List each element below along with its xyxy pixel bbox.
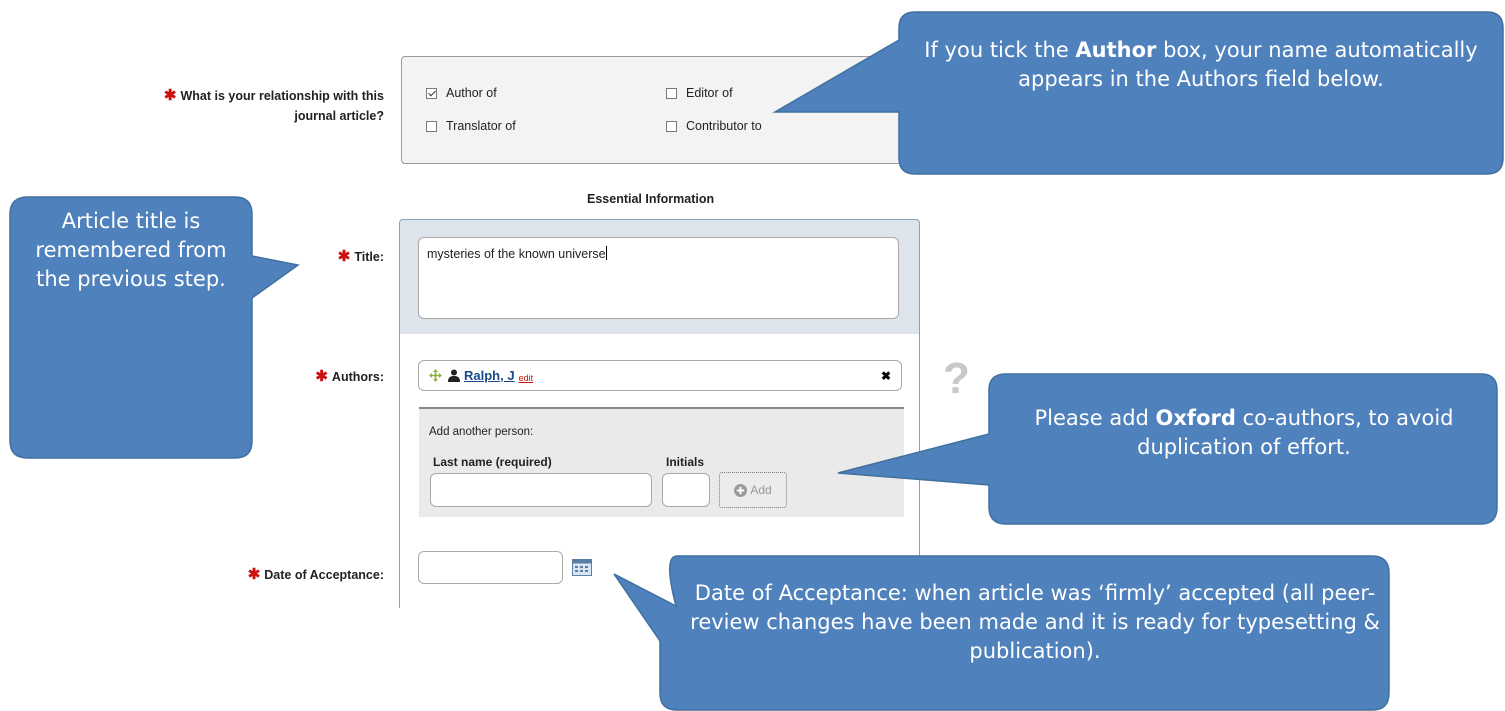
callout-title-text: Article title is remembered from the pre… — [35, 209, 227, 291]
callout-date-text: Date of Acceptance: when article was ‘fi… — [690, 581, 1380, 663]
callout-coauthors-text: Please add Oxford co-authors, to avoid d… — [1034, 406, 1454, 459]
callout-author-box-text: If you tick the Author box, your name au… — [924, 38, 1478, 91]
